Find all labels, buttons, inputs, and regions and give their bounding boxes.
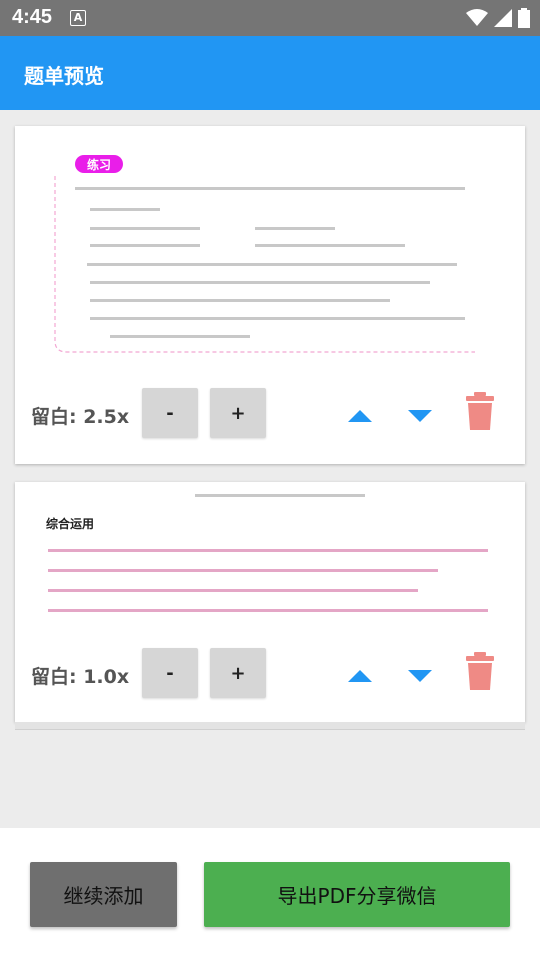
status-time: 4:45 [12,6,53,28]
delete-icon[interactable] [465,392,495,430]
increase-margin-button[interactable]: + [210,648,266,698]
card-divider [15,722,525,730]
decrease-margin-button[interactable]: - [142,388,198,438]
decrease-margin-button[interactable]: - [142,648,198,698]
exercise-tag: 练习 [87,157,111,172]
continue-adding-button[interactable]: 继续添加 [30,862,177,927]
wifi-icon [466,9,488,26]
card-controls: 留白: 1.0x - + [15,648,525,702]
move-up-icon[interactable] [345,662,375,688]
section-title: 综合运用 [46,516,94,531]
margin-label: 留白: 2.5x [31,406,130,428]
status-bar: 4:45 A [0,0,540,36]
signal-icon [494,9,512,27]
notification-icon: A [70,10,86,26]
bottom-action-bar: 继续添加 导出PDF分享微信 [0,828,540,960]
question-preview-image: 练习 [54,155,475,353]
app-bar: 题单预览 [0,36,540,110]
increase-margin-button[interactable]: + [210,388,266,438]
move-down-icon[interactable] [405,402,435,428]
question-card: 综合运用 留白: 1.0x - + [15,482,525,722]
delete-icon[interactable] [465,652,495,690]
card-controls: 留白: 2.5x - + [15,388,525,442]
question-card: 练习 留白: 2.5x - + [15,126,525,464]
page-title: 题单预览 [24,64,104,88]
margin-label: 留白: 1.0x [31,666,130,688]
export-pdf-share-button[interactable]: 导出PDF分享微信 [204,862,510,927]
move-up-icon[interactable] [345,402,375,428]
question-preview-image: 综合运用 [46,494,488,612]
move-down-icon[interactable] [405,662,435,688]
battery-icon [518,8,530,28]
status-icons [466,8,530,28]
